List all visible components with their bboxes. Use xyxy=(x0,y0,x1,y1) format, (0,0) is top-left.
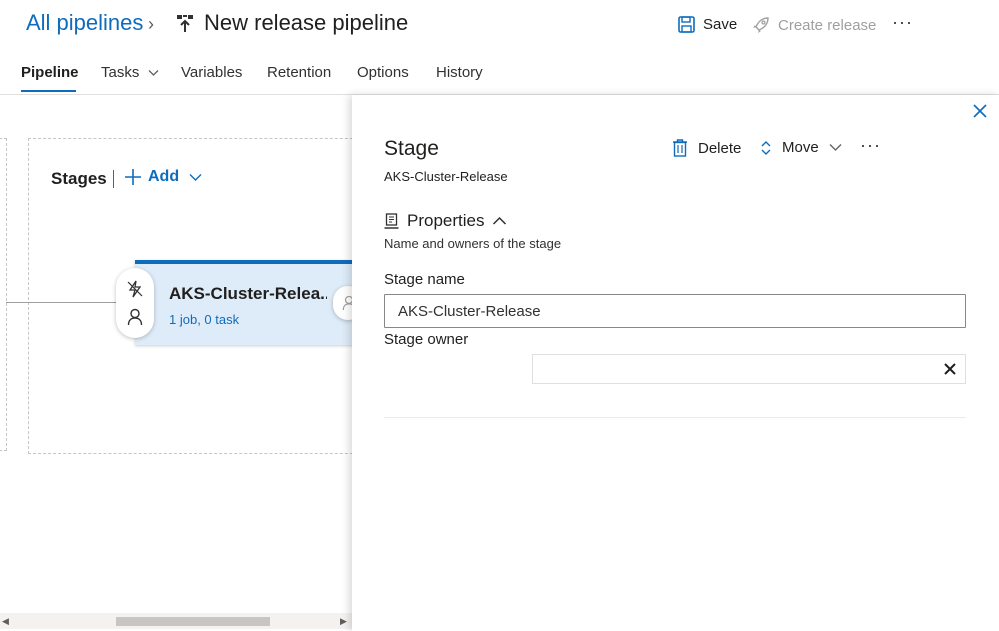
create-release-button[interactable]: Create release xyxy=(752,16,876,34)
breadcrumb-all-pipelines[interactable]: All pipelines xyxy=(26,10,143,36)
panel-more-options-icon[interactable]: ··· xyxy=(860,135,881,156)
panel-title: Stage xyxy=(384,137,439,160)
add-stage-label: Add xyxy=(148,168,180,185)
panel-subtitle: AKS-Cluster-Release xyxy=(384,169,508,184)
active-tab-indicator xyxy=(21,90,76,92)
release-pipeline-icon xyxy=(177,15,193,32)
scrollbar-thumb[interactable] xyxy=(116,617,270,626)
rocket-icon xyxy=(753,17,769,33)
page-title: New release pipeline xyxy=(204,10,409,35)
tab-tasks[interactable]: Tasks xyxy=(101,64,159,81)
stage-name-input[interactable] xyxy=(384,294,966,328)
person-icon xyxy=(127,308,143,326)
clear-owner-icon[interactable] xyxy=(940,359,960,379)
stage-owner-input[interactable] xyxy=(532,354,966,384)
stage-card[interactable]: AKS-Cluster-Relea... 1 job, 0 task xyxy=(135,260,352,345)
release-pipeline-editor: All pipelines › New release pipeline Sav… xyxy=(0,0,999,631)
artifacts-area xyxy=(0,138,7,451)
more-options-icon[interactable]: ··· xyxy=(892,12,913,33)
section-divider xyxy=(384,417,966,418)
post-deployment-conditions[interactable] xyxy=(333,286,352,320)
stage-owner-label: Stage owner xyxy=(384,331,469,348)
stage-properties-panel: Stage AKS-Cluster-Release Delete Move ··… xyxy=(352,95,999,631)
stages-heading: Stages xyxy=(51,169,107,188)
horizontal-scrollbar[interactable]: ◀ ▶ xyxy=(0,613,352,629)
properties-description: Name and owners of the stage xyxy=(384,236,562,251)
chevron-down-icon xyxy=(189,173,202,181)
tab-pipeline[interactable]: Pipeline xyxy=(21,64,79,81)
stages-separator xyxy=(113,170,114,188)
properties-icon xyxy=(384,213,399,229)
chevron-up-icon xyxy=(493,216,507,225)
move-stage-button[interactable]: Move xyxy=(760,139,842,156)
save-label: Save xyxy=(703,16,738,33)
header: All pipelines › New release pipeline Sav… xyxy=(0,0,999,50)
plus-icon xyxy=(125,169,141,185)
person-icon xyxy=(342,295,352,311)
pre-deployment-conditions[interactable] xyxy=(116,268,154,338)
tab-options[interactable]: Options xyxy=(357,64,409,81)
tab-retention[interactable]: Retention xyxy=(267,64,331,81)
delete-stage-button[interactable]: Delete xyxy=(672,139,741,157)
add-stage-button[interactable]: Add xyxy=(124,168,202,186)
chevron-down-icon xyxy=(148,70,158,76)
delete-label: Delete xyxy=(698,139,742,157)
tab-tasks-label: Tasks xyxy=(101,64,140,81)
stage-connector-line xyxy=(6,302,116,303)
create-release-label: Create release xyxy=(778,16,877,34)
scroll-left-icon[interactable]: ◀ xyxy=(2,616,9,627)
tab-bar: Pipeline Tasks Variables Retention Optio… xyxy=(0,58,999,94)
pipeline-canvas: Stages Add AKS-Cluster-Relea... 1 job, 0… xyxy=(0,95,352,631)
trash-icon xyxy=(673,139,687,157)
properties-heading: Properties xyxy=(407,211,485,230)
breadcrumb-chevron-icon: › xyxy=(148,14,154,34)
save-button[interactable]: Save xyxy=(678,16,737,33)
properties-section-toggle[interactable]: Properties xyxy=(384,211,507,231)
move-label: Move xyxy=(782,139,819,156)
tab-variables[interactable]: Variables xyxy=(181,64,242,81)
tab-history[interactable]: History xyxy=(436,64,483,81)
sort-arrows-icon xyxy=(761,140,771,155)
save-icon xyxy=(678,16,695,33)
close-icon[interactable] xyxy=(970,101,990,121)
stage-card-name: AKS-Cluster-Relea... xyxy=(169,284,327,303)
stage-card-summary[interactable]: 1 job, 0 task xyxy=(169,312,239,327)
scroll-right-icon[interactable]: ▶ xyxy=(340,616,347,627)
stage-name-label: Stage name xyxy=(384,271,465,288)
lightning-icon xyxy=(127,280,143,298)
chevron-down-icon xyxy=(829,144,842,151)
